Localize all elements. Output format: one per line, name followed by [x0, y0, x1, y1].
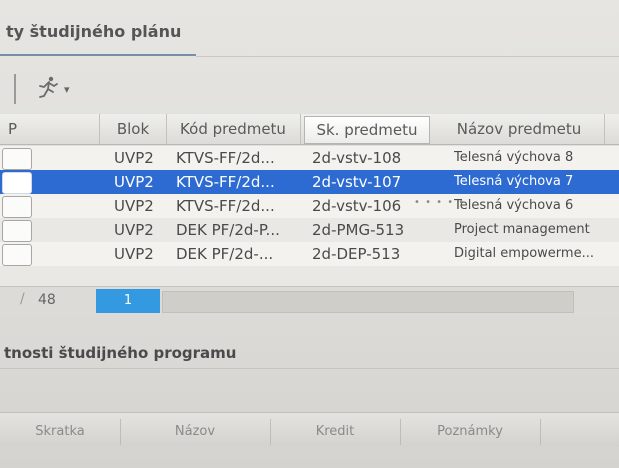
column-header-blok[interactable]: Blok: [100, 114, 167, 144]
cell-sk: 2d-DEP-513: [312, 245, 401, 263]
cell-sk: 2d-vstv-108: [312, 149, 402, 167]
tab-bar: ty študijného plánu: [0, 12, 619, 57]
column-header-sk-predmetu[interactable]: Sk. predmetu: [304, 116, 430, 144]
table-pager: / 48 1: [0, 286, 619, 315]
row-checkbox[interactable]: [2, 196, 32, 218]
chevron-down-icon[interactable]: ▾: [64, 83, 70, 96]
pager-total: 48: [38, 292, 56, 308]
row-checkbox[interactable]: [2, 244, 32, 266]
program-table-header: Skratka Názov Kredit Poznámky: [0, 412, 619, 447]
table-row[interactable]: UVP2 DEK PF/2d-... 2d-DEP-513 Digital em…: [0, 242, 619, 266]
cell-blok: UVP2: [114, 221, 154, 239]
column-header-skratka[interactable]: Skratka: [0, 419, 121, 445]
screen: ty študijného plánu ▾ P Blok Kód predmet…: [0, 0, 619, 468]
horizontal-scrollbar[interactable]: [162, 291, 574, 313]
cell-kod: DEK PF/2d-P...: [176, 221, 280, 239]
section-title: tnosti študijného programu: [4, 344, 237, 362]
cell-sk: 2d-vstv-107: [312, 173, 402, 191]
table-header: P Blok Kód predmetu Sk. predmetu Názov p…: [0, 114, 619, 145]
cell-nazov: Project management: [454, 222, 590, 237]
toolbar-separator: [14, 74, 16, 104]
table-row-empty: [0, 266, 619, 286]
tab-study-plan-items[interactable]: ty študijného plánu: [6, 22, 181, 41]
column-header-nazov[interactable]: Názov: [120, 419, 271, 445]
active-tab-indicator: [0, 54, 196, 56]
tab-bar-divider: [196, 56, 619, 57]
cell-blok: UVP2: [114, 245, 154, 263]
cell-sk: 2d-PMG-513: [312, 221, 405, 239]
cell-kod: KTVS-FF/2d...: [176, 173, 275, 191]
row-checkbox[interactable]: [2, 220, 32, 242]
cell-nazov: Digital empowerme...: [454, 246, 594, 261]
toolbar: ▾: [0, 62, 619, 108]
cell-kod: KTVS-FF/2d...: [176, 149, 275, 167]
column-header-nazov-predmetu[interactable]: Názov predmetu: [434, 114, 605, 144]
cell-nazov: Telesná výchova 8: [454, 150, 574, 165]
section-divider: [0, 368, 619, 369]
table-row-selected[interactable]: UVP2 KTVS-FF/2d... 2d-vstv-107 Telesná v…: [0, 170, 619, 194]
column-header-p[interactable]: P: [0, 114, 100, 144]
cell-blok: UVP2: [114, 173, 154, 191]
table-row[interactable]: UVP2 KTVS-FF/2d... 2d-vstv-108 Telesná v…: [0, 146, 619, 170]
table-row[interactable]: UVP2 KTVS-FF/2d... 2d-vstv-106 Telesná v…: [0, 194, 619, 218]
row-checkbox[interactable]: [2, 172, 32, 194]
cell-nazov: Telesná výchova 6: [454, 198, 574, 213]
pager-current-page[interactable]: 1: [96, 289, 160, 313]
splitter-grip-icon[interactable]: • • • • •: [414, 197, 465, 208]
cell-blok: UVP2: [114, 149, 154, 167]
table-row[interactable]: UVP2 DEK PF/2d-P... 2d-PMG-513 Project m…: [0, 218, 619, 242]
cell-kod: DEK PF/2d-...: [176, 245, 274, 263]
cell-kod: KTVS-FF/2d...: [176, 197, 275, 215]
column-header-kod-predmetu[interactable]: Kód predmetu: [166, 114, 301, 144]
column-header-kredit[interactable]: Kredit: [270, 419, 401, 445]
row-checkbox[interactable]: [2, 148, 32, 170]
cell-blok: UVP2: [114, 197, 154, 215]
cell-nazov: Telesná výchova 7: [454, 174, 574, 189]
running-person-icon[interactable]: [34, 76, 60, 100]
pager-separator: /: [20, 291, 25, 307]
study-plan-table: P Blok Kód predmetu Sk. predmetu Názov p…: [0, 114, 619, 315]
column-header-poznamky[interactable]: Poznámky: [400, 419, 541, 445]
